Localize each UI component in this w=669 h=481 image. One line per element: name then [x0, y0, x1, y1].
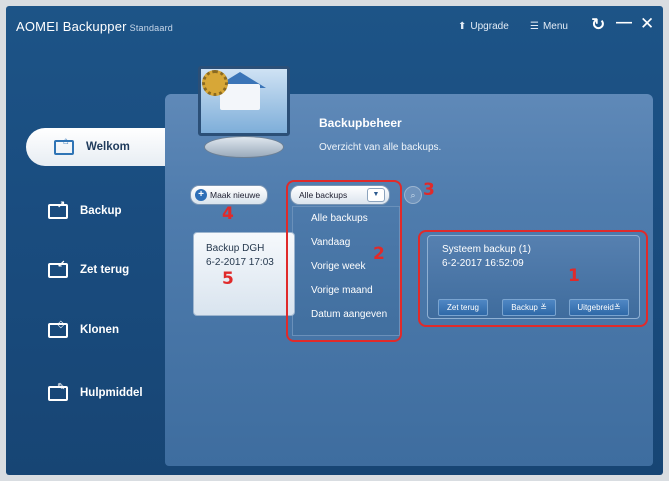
- upgrade-label: Upgrade: [470, 21, 509, 32]
- sidebar-item-welkom[interactable]: ⌂ Welkom: [26, 128, 171, 166]
- backup-date: 6-2-2017 17:03: [206, 257, 274, 268]
- chevron-down-icon[interactable]: ▼: [367, 188, 385, 202]
- upgrade-button[interactable]: ⬆ Upgrade: [458, 21, 509, 32]
- hamburger-icon: ☰: [530, 21, 539, 32]
- advanced-button[interactable]: Uitgebreid≚: [569, 299, 629, 316]
- annotation-number-1: 1: [568, 266, 580, 286]
- dropdown-option[interactable]: Datum aangeven: [293, 303, 399, 327]
- filter-value: Alle backups: [299, 190, 348, 200]
- plus-icon: +: [195, 189, 207, 201]
- gear-icon: [202, 70, 228, 96]
- refresh-icon[interactable]: ↻: [591, 15, 605, 35]
- home-monitor-icon: ⌂: [54, 136, 76, 156]
- sidebar-item-zet-terug[interactable]: ↙ Zet terug: [20, 251, 168, 289]
- clone-icon: ◇: [48, 319, 70, 339]
- backup-filter-select[interactable]: Alle backups ▼: [290, 185, 390, 205]
- page-title: Backupbeheer: [319, 116, 402, 130]
- restore-icon: ↙: [48, 259, 70, 279]
- app-title: AOMEI Backupper Standaard: [16, 19, 173, 34]
- filter-dropdown-menu: Alle backups Vandaag Vorige week Vorige …: [292, 206, 400, 336]
- backup-name: Systeem backup (1): [442, 244, 531, 255]
- tools-icon: ✎: [48, 382, 70, 402]
- backup-date: 6-2-2017 16:52:09: [442, 258, 524, 269]
- page-subtitle: Overzicht van alle backups.: [319, 142, 442, 153]
- annotation-number-4: 4: [222, 204, 234, 224]
- app-window: AOMEI Backupper Standaard ⬆ Upgrade ☰ Men…: [6, 6, 663, 475]
- sidebar-item-label: Hulpmiddel: [80, 387, 143, 399]
- backup-icon: ↗: [48, 200, 70, 220]
- menu-label: Menu: [542, 21, 568, 32]
- backup-card-dgh[interactable]: Backup DGH 6-2-2017 17:03: [193, 232, 295, 316]
- sidebar-item-label: Zet terug: [80, 264, 130, 276]
- sidebar-item-label: Backup: [80, 205, 122, 217]
- backup-action-button[interactable]: Backup ≚: [502, 299, 556, 316]
- annotation-number-3: 3: [423, 180, 435, 200]
- menu-button[interactable]: ☰ Menu: [530, 21, 568, 32]
- new-backup-label: Maak nieuwe: [210, 190, 261, 200]
- sidebar-item-hulpmiddel[interactable]: ✎ Hulpmiddel: [20, 374, 168, 412]
- dropdown-option[interactable]: Alle backups: [293, 207, 399, 231]
- close-icon[interactable]: ✕: [640, 14, 654, 34]
- new-backup-button[interactable]: + Maak nieuwe: [190, 185, 269, 205]
- sidebar-item-backup[interactable]: ↗ Backup: [20, 192, 168, 230]
- minimize-icon[interactable]: —: [616, 14, 632, 32]
- sidebar-item-label: Klonen: [80, 324, 119, 336]
- title-bar: AOMEI Backupper Standaard ⬆ Upgrade ☰ Men…: [6, 6, 663, 50]
- upgrade-arrow-icon: ⬆: [458, 21, 467, 32]
- sidebar-item-label: Welkom: [86, 141, 130, 153]
- disk-search-icon[interactable]: ⌕: [404, 186, 422, 204]
- annotation-number-2: 2: [373, 244, 385, 264]
- restore-button[interactable]: Zet terug: [438, 299, 488, 316]
- app-edition: Standaard: [129, 23, 173, 33]
- backup-name: Backup DGH: [206, 243, 265, 254]
- sidebar-item-klonen[interactable]: ◇ Klonen: [20, 311, 168, 349]
- app-name: AOMEI Backupper: [16, 19, 127, 34]
- backup-manager-illustration: [196, 64, 290, 162]
- dropdown-option[interactable]: Vorige maand: [293, 279, 399, 303]
- backup-card-system[interactable]: Systeem backup (1) 6-2-2017 16:52:09 Zet…: [427, 235, 640, 319]
- annotation-number-5: 5: [222, 269, 234, 289]
